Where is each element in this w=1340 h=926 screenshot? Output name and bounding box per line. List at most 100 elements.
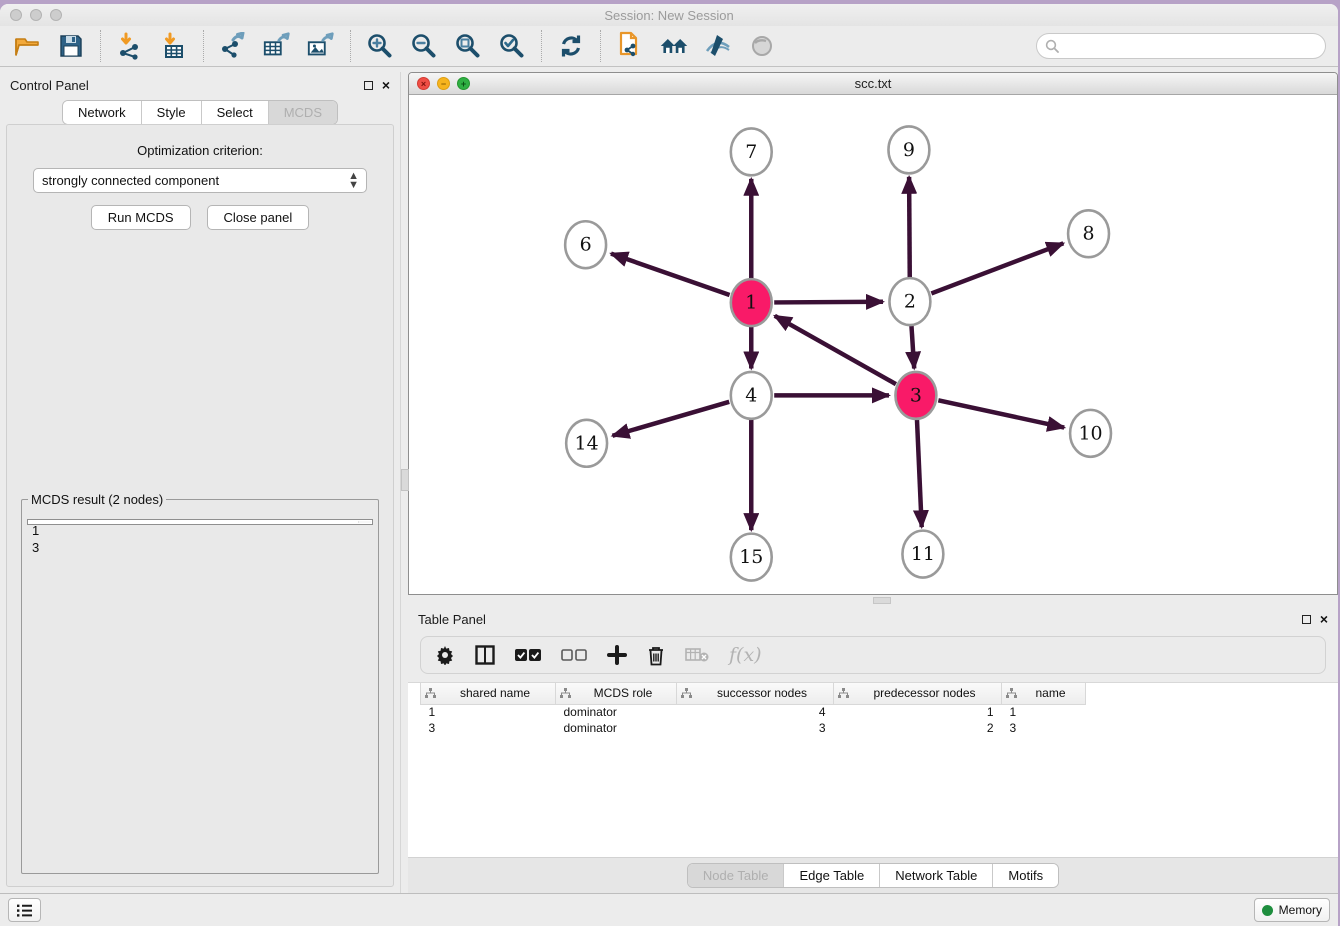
column-header-successor-nodes[interactable]: successor nodes bbox=[677, 683, 834, 704]
float-panel-icon[interactable] bbox=[364, 81, 373, 90]
edge-2-9[interactable] bbox=[909, 177, 910, 279]
graph-node-14[interactable]: 14 bbox=[566, 420, 607, 467]
network-maximize-button[interactable]: + bbox=[457, 77, 470, 90]
network-minimize-button[interactable]: − bbox=[437, 77, 450, 90]
edge-3-1[interactable] bbox=[775, 316, 896, 384]
select-all-columns-icon[interactable] bbox=[515, 648, 541, 662]
tab-edge-table[interactable]: Edge Table bbox=[784, 864, 880, 887]
tab-motifs[interactable]: Motifs bbox=[993, 864, 1058, 887]
close-window-button[interactable] bbox=[10, 9, 22, 21]
splitter-handle[interactable] bbox=[873, 597, 891, 604]
table-cell[interactable]: 2 bbox=[834, 720, 1002, 736]
table-cell[interactable]: 3 bbox=[421, 720, 556, 736]
duplicate-network-icon[interactable] bbox=[615, 31, 645, 61]
run-mcds-button[interactable]: Run MCDS bbox=[91, 205, 191, 230]
table-cell[interactable]: dominator bbox=[556, 720, 677, 736]
network-graph[interactable]: 7 9 6 8 1 2 4 3 14 10 15 11 bbox=[409, 95, 1337, 594]
tab-select[interactable]: Select bbox=[202, 101, 269, 124]
toggle-panel-view-icon[interactable] bbox=[475, 645, 495, 665]
table-row[interactable]: 3dominator323 bbox=[421, 720, 1086, 736]
import-table-icon[interactable] bbox=[159, 31, 189, 61]
memory-status-dot bbox=[1262, 905, 1273, 916]
column-header-MCDS-role[interactable]: MCDS role bbox=[556, 683, 677, 704]
apply-style-icon[interactable] bbox=[703, 31, 733, 61]
result-scrollbar[interactable] bbox=[358, 521, 371, 523]
column-header-predecessor-nodes[interactable]: predecessor nodes bbox=[834, 683, 1002, 704]
criterion-select[interactable]: strongly connected component ▲▼ bbox=[33, 168, 367, 193]
zoom-fit-icon[interactable] bbox=[453, 31, 483, 61]
toolbar-separator bbox=[203, 30, 204, 62]
graph-node-10[interactable]: 10 bbox=[1070, 410, 1111, 457]
tab-network-table[interactable]: Network Table bbox=[880, 864, 993, 887]
save-session-icon[interactable] bbox=[56, 31, 86, 61]
zoom-selected-icon[interactable] bbox=[497, 31, 527, 61]
deselect-all-columns-icon[interactable] bbox=[561, 648, 587, 662]
column-header-shared-name[interactable]: shared name bbox=[421, 683, 556, 704]
graph-node-11[interactable]: 11 bbox=[902, 531, 943, 578]
table-cell[interactable]: 4 bbox=[677, 704, 834, 720]
edge-3-11[interactable] bbox=[917, 418, 922, 527]
export-table-icon[interactable] bbox=[262, 31, 292, 61]
edge-2-8[interactable] bbox=[931, 243, 1063, 293]
graph-node-3[interactable]: 3 bbox=[895, 372, 936, 419]
open-file-icon[interactable] bbox=[12, 31, 42, 61]
tab-node-table[interactable]: Node Table bbox=[688, 864, 785, 887]
zoom-out-icon[interactable] bbox=[409, 31, 439, 61]
graph-node-15[interactable]: 15 bbox=[731, 534, 772, 581]
close-panel-icon[interactable]: × bbox=[1320, 615, 1328, 624]
tab-mcds[interactable]: MCDS bbox=[269, 101, 337, 124]
panel-splitter-vertical[interactable] bbox=[400, 72, 408, 893]
table-cell[interactable]: 1 bbox=[834, 704, 1002, 720]
maximize-window-button[interactable] bbox=[50, 9, 62, 21]
minimize-window-button[interactable] bbox=[30, 9, 42, 21]
delete-column-icon[interactable] bbox=[647, 645, 665, 666]
memory-button[interactable]: Memory bbox=[1254, 898, 1330, 922]
panel-splitter-horizontal[interactable] bbox=[408, 595, 1338, 606]
network-canvas[interactable]: 7 9 6 8 1 2 4 3 14 10 15 11 bbox=[409, 95, 1337, 594]
edge-3-10[interactable] bbox=[938, 400, 1064, 427]
table-cell[interactable]: 3 bbox=[1002, 720, 1086, 736]
graph-node-1[interactable]: 1 bbox=[731, 279, 772, 326]
task-history-button[interactable] bbox=[8, 898, 41, 922]
table-cell[interactable]: 1 bbox=[1002, 704, 1086, 720]
float-panel-icon[interactable] bbox=[1302, 615, 1311, 624]
table-cell[interactable]: 1 bbox=[421, 704, 556, 720]
network-close-button[interactable]: × bbox=[417, 77, 430, 90]
table-toolbar: f(x) bbox=[420, 636, 1326, 674]
graph-node-2[interactable]: 2 bbox=[889, 278, 930, 325]
edge-1-6[interactable] bbox=[611, 254, 730, 295]
mcds-result-group: MCDS result (2 nodes) 13 bbox=[21, 492, 379, 874]
svg-text:4: 4 bbox=[745, 384, 757, 406]
application-window: Session: New Session bbox=[0, 4, 1338, 926]
edge-1-2[interactable] bbox=[774, 302, 883, 303]
column-header-name[interactable]: name bbox=[1002, 683, 1086, 704]
home-view-icon[interactable] bbox=[659, 31, 689, 61]
table-cell[interactable]: dominator bbox=[556, 704, 677, 720]
refresh-view-icon[interactable] bbox=[556, 31, 586, 61]
edge-2-3[interactable] bbox=[911, 324, 914, 368]
search-input[interactable] bbox=[1036, 33, 1326, 59]
mcds-result-textarea[interactable]: 13 bbox=[27, 519, 373, 525]
table-row[interactable]: 1dominator411 bbox=[421, 704, 1086, 720]
import-network-icon[interactable] bbox=[115, 31, 145, 61]
graph-node-9[interactable]: 9 bbox=[888, 126, 929, 173]
export-network-icon[interactable] bbox=[218, 31, 248, 61]
toolbar-separator bbox=[600, 30, 601, 62]
graph-node-4[interactable]: 4 bbox=[731, 372, 772, 419]
table-settings-icon[interactable] bbox=[435, 645, 455, 665]
graph-node-8[interactable]: 8 bbox=[1068, 210, 1109, 257]
add-column-icon[interactable] bbox=[607, 645, 627, 665]
close-panel-button[interactable]: Close panel bbox=[207, 205, 310, 230]
network-window-titlebar[interactable]: × − + scc.txt bbox=[409, 73, 1337, 95]
splitter-handle[interactable] bbox=[401, 469, 409, 491]
table-cell[interactable]: 3 bbox=[677, 720, 834, 736]
tab-style[interactable]: Style bbox=[142, 101, 202, 124]
zoom-in-icon[interactable] bbox=[365, 31, 395, 61]
search-icon bbox=[1045, 39, 1060, 54]
close-panel-icon[interactable]: × bbox=[382, 81, 390, 90]
export-image-icon[interactable] bbox=[306, 31, 336, 61]
graph-node-7[interactable]: 7 bbox=[731, 128, 772, 175]
edge-4-14[interactable] bbox=[612, 402, 729, 436]
tab-network[interactable]: Network bbox=[63, 101, 142, 124]
graph-node-6[interactable]: 6 bbox=[565, 221, 606, 268]
